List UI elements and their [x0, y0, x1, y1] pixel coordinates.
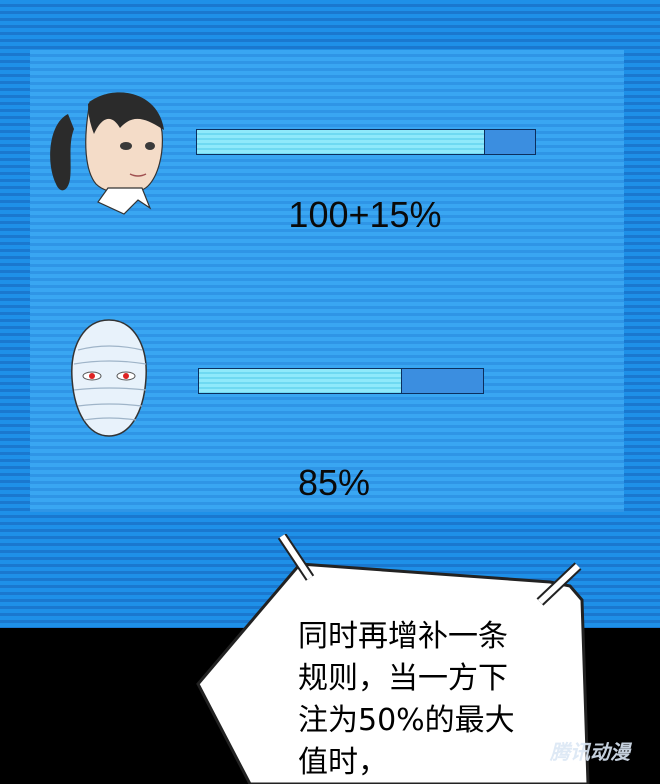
girl-score-bar [196, 129, 536, 155]
watermark-logo: 腾讯动漫 [550, 742, 630, 764]
speech-bubble-text: 同时再增补一条 规则，当一方下 注为50%的最大 值时， [298, 616, 578, 784]
mask-score-bar-fill [199, 369, 402, 393]
mask-percent-label: 85% [297, 462, 371, 503]
girl-avatar [50, 92, 164, 215]
speech-line: 值时， [298, 745, 388, 780]
speech-line: 注为50%的最大 [298, 703, 515, 738]
speech-line: 规则，当一方下 [298, 661, 508, 696]
girl-score-bar-fill [197, 130, 486, 154]
girl-percent-label: 100+15% [288, 194, 442, 235]
mask-score-bar [198, 368, 484, 394]
mask-avatar [71, 319, 147, 437]
speech-line: 同时再增补一条 [298, 619, 508, 654]
